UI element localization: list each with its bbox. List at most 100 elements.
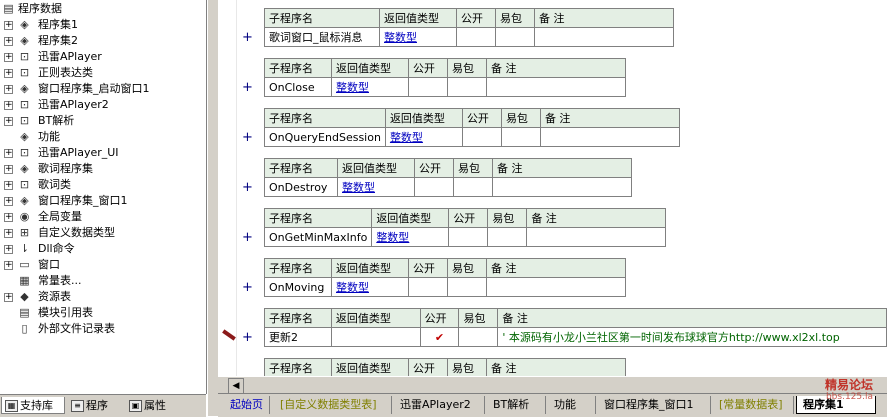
- edit-pencil-icon: [222, 329, 236, 341]
- remark-cell[interactable]: [534, 27, 674, 47]
- expand-subroutine-icon[interactable]: +: [242, 181, 253, 194]
- return-type-cell[interactable]: 整数型: [384, 127, 463, 147]
- expand-toggle-icon[interactable]: +: [4, 117, 13, 126]
- return-type-link[interactable]: 整数型: [390, 131, 423, 144]
- document-tab[interactable]: 功能: [548, 396, 596, 414]
- document-tab[interactable]: 迅雷APlayer2: [394, 396, 485, 414]
- expand-subroutine-icon[interactable]: +: [242, 331, 253, 344]
- subroutine-name-cell[interactable]: OnMoving: [264, 277, 332, 297]
- subroutine-name-cell[interactable]: 更新2: [264, 327, 332, 347]
- remark-cell[interactable]: [526, 227, 667, 247]
- document-tab[interactable]: BT解析: [487, 396, 546, 414]
- easy-pack-cell[interactable]: [458, 327, 499, 347]
- subroutine-name-cell[interactable]: OnGetMinMaxInfo: [263, 227, 373, 247]
- return-type-cell[interactable]: 整数型: [331, 77, 409, 97]
- return-type-cell[interactable]: 整数型: [337, 177, 415, 197]
- subroutine-name-cell[interactable]: OnClose: [264, 77, 332, 97]
- tree-item-label: 模块引用表: [38, 306, 93, 319]
- document-tab[interactable]: 窗口程序集_窗口1: [598, 396, 711, 414]
- remark-cell[interactable]: [486, 77, 626, 97]
- expand-subroutine-icon[interactable]: +: [242, 231, 253, 244]
- tree-item-label: 程序集1: [38, 18, 78, 31]
- program-tree[interactable]: ▤ 程序数据 + ◈ 程序集1 + ◈ 程序集2 + ⊡ 迅雷APlayer + ⊡ 正则表达类 + ◈ 窗…: [0, 0, 207, 394]
- expand-toggle-icon[interactable]: +: [4, 149, 13, 158]
- module-icon: ◈: [20, 18, 29, 31]
- subroutine-header: 子程序名 返回值类型 公开 易包备 注歌词窗口_鼠标消息 整数型: [264, 8, 674, 47]
- expand-toggle-icon[interactable]: +: [4, 85, 13, 94]
- easy-pack-cell[interactable]: [495, 27, 535, 47]
- expand-toggle-icon[interactable]: +: [4, 53, 13, 62]
- expand-toggle-icon[interactable]: +: [4, 181, 13, 190]
- expand-toggle-icon[interactable]: +: [4, 197, 13, 206]
- easy-pack-cell[interactable]: [453, 177, 493, 197]
- column-header-rettype: 返回值类型: [337, 158, 415, 178]
- expand-toggle-icon[interactable]: +: [4, 293, 13, 302]
- tree-item-label: 窗口: [38, 258, 60, 271]
- expand-subroutine-icon[interactable]: +: [242, 281, 253, 294]
- easy-pack-cell[interactable]: [487, 227, 528, 247]
- tab-program[interactable]: ≡ 程序: [68, 397, 122, 414]
- subroutine-name-cell[interactable]: 歌词窗口_鼠标消息: [264, 27, 380, 47]
- document-tab[interactable]: [常量数据表]: [713, 396, 794, 414]
- column-header-rettype: 返回值类型: [379, 8, 457, 28]
- document-tab[interactable]: [自定义数据类型表]: [274, 396, 392, 414]
- return-type-link[interactable]: 整数型: [336, 81, 369, 94]
- expand-toggle-icon[interactable]: +: [4, 229, 13, 238]
- return-type-cell[interactable]: 整数型: [331, 277, 409, 297]
- expand-toggle-icon[interactable]: +: [4, 245, 13, 254]
- easy-pack-cell[interactable]: [500, 127, 541, 147]
- tab-support-library[interactable]: ▦ 支持库: [1, 397, 65, 414]
- subroutine-name-cell[interactable]: OnDestroy: [264, 177, 338, 197]
- remark-cell[interactable]: [539, 127, 680, 147]
- return-type-link[interactable]: 整数型: [376, 231, 409, 244]
- column-header-easy: 易包: [487, 208, 528, 228]
- subroutine-name-cell[interactable]: OnQueryEndSession: [264, 127, 386, 147]
- public-cell[interactable]: [456, 27, 496, 47]
- return-type-cell[interactable]: 整数型: [371, 227, 450, 247]
- tree-item-label: 迅雷APlayer_UI: [38, 146, 119, 159]
- remark-cell[interactable]: ' 本源码有小龙小兰社区第一时间发布球球官方http://www.xl2xl.t…: [497, 327, 887, 347]
- return-type-cell[interactable]: [330, 327, 421, 347]
- module-icon: ◈: [20, 34, 29, 47]
- remark-cell[interactable]: [492, 177, 632, 197]
- public-cell[interactable]: ✔: [419, 327, 460, 347]
- resource-icon: ◆: [20, 290, 29, 303]
- expand-toggle-icon[interactable]: +: [4, 37, 13, 46]
- tab-properties[interactable]: ▣ 属性: [126, 397, 180, 414]
- easy-pack-cell[interactable]: [447, 277, 487, 297]
- expand-subroutine-icon[interactable]: +: [242, 81, 253, 94]
- column-header-remark: 备 注: [486, 58, 626, 78]
- column-header-rettype: 返回值类型: [371, 208, 450, 228]
- document-tab[interactable]: 起始页: [224, 396, 270, 414]
- expand-toggle-icon[interactable]: +: [4, 261, 13, 270]
- column-header-rettype: 返回值类型: [330, 308, 421, 328]
- column-header-remark: 备 注: [497, 308, 887, 328]
- public-cell[interactable]: [461, 127, 502, 147]
- expand-subroutine-icon[interactable]: +: [242, 31, 253, 44]
- column-header-easy: 易包: [458, 308, 499, 328]
- tree-item-label: 窗口程序集_启动窗口1: [38, 82, 150, 95]
- return-type-link[interactable]: 整数型: [336, 281, 369, 294]
- scroll-left-icon[interactable]: ◀: [228, 378, 244, 394]
- return-type-link[interactable]: 整数型: [384, 31, 417, 44]
- expand-toggle-icon[interactable]: +: [4, 165, 13, 174]
- horizontal-scrollbar[interactable]: ◀: [218, 376, 887, 394]
- expand-toggle-icon[interactable]: +: [4, 69, 13, 78]
- public-cell[interactable]: [408, 277, 448, 297]
- public-cell[interactable]: [414, 177, 454, 197]
- expand-subroutine-icon[interactable]: +: [242, 131, 253, 144]
- expand-toggle-icon[interactable]: +: [4, 101, 13, 110]
- remark-cell[interactable]: [486, 277, 626, 297]
- public-cell[interactable]: [448, 227, 489, 247]
- easy-pack-cell[interactable]: [447, 77, 487, 97]
- column-header-remark: 备 注: [539, 108, 680, 128]
- code-editor[interactable]: 子程序名 返回值类型 公开 易包备 注歌词窗口_鼠标消息 整数型 + 子程序名 返回值类型 公开…: [218, 0, 887, 376]
- tree-root-label: 程序数据: [18, 2, 62, 15]
- column-header-public: 公开: [461, 108, 502, 128]
- return-type-link[interactable]: 整数型: [342, 181, 375, 194]
- column-header-name: 子程序名: [264, 308, 332, 328]
- public-cell[interactable]: [408, 77, 448, 97]
- expand-toggle-icon[interactable]: +: [4, 213, 13, 222]
- return-type-cell[interactable]: 整数型: [379, 27, 457, 47]
- expand-toggle-icon[interactable]: +: [4, 21, 13, 30]
